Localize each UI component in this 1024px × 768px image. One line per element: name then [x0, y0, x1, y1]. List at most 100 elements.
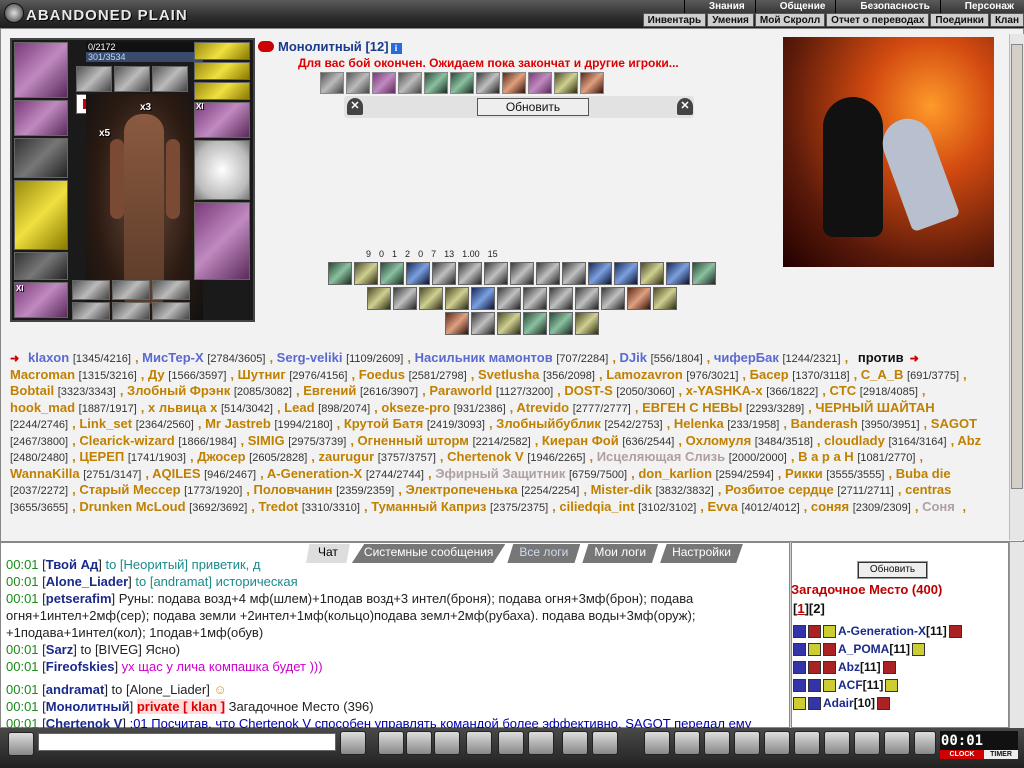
chat-input[interactable]: [38, 733, 336, 751]
skill-icon[interactable]: [380, 262, 404, 285]
chat-time[interactable]: 00:01: [6, 659, 42, 674]
skill-icon[interactable]: [575, 287, 599, 310]
skill-icon[interactable]: [497, 287, 521, 310]
earring-slot[interactable]: [194, 42, 250, 60]
smiley-panel-icon[interactable]: [8, 732, 34, 756]
participant[interactable]: Злобный Фрэнк [2085/3082]: [127, 383, 292, 398]
skill-icon[interactable]: [640, 262, 664, 285]
participant[interactable]: Atrevido [2777/2777]: [516, 400, 630, 415]
participant[interactable]: Clearick-wizard [1866/1984]: [79, 433, 236, 448]
participant[interactable]: Шутниг [2976/4156]: [238, 367, 348, 382]
main-scrollbar[interactable]: [1009, 34, 1024, 540]
tab-settings[interactable]: Настройки: [660, 544, 743, 563]
participant[interactable]: ЕВГЕН С НЕВЫ [2293/3289]: [642, 400, 804, 415]
participant[interactable]: Розбитое сердце [2711/2711]: [725, 482, 894, 497]
skill-icon[interactable]: [393, 287, 417, 310]
skill-icon[interactable]: [601, 287, 625, 310]
chat-nick[interactable]: Sarz: [46, 642, 73, 657]
participant[interactable]: SIMIG [2975/3739]: [248, 433, 347, 448]
skill-icon[interactable]: [653, 287, 677, 310]
skill-icon[interactable]: [627, 287, 651, 310]
empty-slot-6[interactable]: [152, 302, 190, 320]
skill-icon[interactable]: [484, 262, 508, 285]
person-info-icon[interactable]: [912, 642, 926, 656]
participant[interactable]: ЦЕРЕП [1741/1903]: [79, 449, 186, 464]
action-1-icon[interactable]: [644, 731, 670, 755]
fighter-name[interactable]: Монолитный: [278, 39, 362, 54]
rune-slot-2[interactable]: [114, 66, 150, 92]
person-info-icon[interactable]: [948, 624, 962, 638]
participant[interactable]: Mr Jastreb [1994/2180]: [205, 416, 333, 431]
skill-icon[interactable]: [562, 262, 586, 285]
location-person[interactable]: ACF [11]: [793, 676, 964, 694]
participant[interactable]: CTC [2918/4085]: [829, 383, 917, 398]
submenu-skills[interactable]: Умения: [707, 13, 754, 27]
location-person[interactable]: Adair [10]: [793, 694, 964, 712]
participant[interactable]: Helenka [233/1958]: [674, 416, 780, 431]
submenu-my-scroll[interactable]: Мой Скролл: [754, 13, 826, 27]
participant[interactable]: Огненный шторм [2214/2582]: [358, 433, 531, 448]
participant[interactable]: Drunken McLoud [3692/3692]: [79, 499, 247, 514]
skill-icon[interactable]: [510, 262, 534, 285]
participant[interactable]: ciliedqia_int [3102/3102]: [559, 499, 696, 514]
clear-icon[interactable]: [378, 731, 404, 755]
armor-slot[interactable]: [14, 252, 68, 280]
participant[interactable]: zaurugur [3757/3757]: [319, 449, 436, 464]
action-9-icon[interactable]: [884, 731, 910, 755]
chat-time[interactable]: 00:01: [6, 716, 42, 728]
participant[interactable]: Охломуля [3484/3518]: [686, 433, 813, 448]
save-icon[interactable]: [434, 731, 460, 755]
walk-icon[interactable]: [466, 731, 492, 755]
participant[interactable]: Крутой Батя [2419/3093]: [344, 416, 485, 431]
chat-time[interactable]: 00:01: [6, 682, 42, 697]
tab-system-messages[interactable]: Системные сообщения: [351, 544, 506, 563]
info-icon[interactable]: i: [390, 43, 402, 54]
empty-slot-1[interactable]: [72, 280, 110, 300]
action-6-icon[interactable]: [794, 731, 820, 755]
participant[interactable]: Соня: [922, 499, 958, 514]
skill-icon[interactable]: [445, 312, 469, 335]
rune-slot-1[interactable]: [76, 66, 112, 92]
effect-blood-icon[interactable]: [580, 72, 604, 94]
close-left-icon[interactable]: ✕: [347, 98, 363, 115]
chat-time[interactable]: 00:01: [6, 557, 42, 572]
chat-time[interactable]: 00:01: [6, 591, 42, 606]
skill-icon[interactable]: [458, 262, 482, 285]
translit-icon[interactable]: [498, 731, 524, 755]
submenu-fights[interactable]: Поединки: [930, 13, 989, 27]
smile-icon[interactable]: [562, 731, 588, 755]
tab-my-logs[interactable]: Мои логи: [582, 544, 659, 563]
tab-all-logs[interactable]: Все логи: [507, 544, 581, 563]
participant[interactable]: Foedus [2581/2798]: [359, 367, 467, 382]
weapon-slot[interactable]: [14, 180, 68, 250]
effect-fire-icon[interactable]: [502, 72, 526, 94]
participant[interactable]: Macroman [1315/3216]: [10, 367, 137, 382]
effect-shield-icon[interactable]: [450, 72, 474, 94]
person-info-icon[interactable]: [877, 696, 891, 710]
effect-potion-icon[interactable]: [372, 72, 396, 94]
helmet-icon[interactable]: [592, 731, 618, 755]
skill-icon[interactable]: [588, 262, 612, 285]
submenu-clan[interactable]: Клан: [989, 13, 1024, 27]
participant[interactable]: чиферБак [1244/2321]: [714, 350, 841, 365]
empty-slot-5[interactable]: [112, 302, 150, 320]
menu-knowledge[interactable]: Знания: [683, 0, 755, 13]
participant[interactable]: okseze-pro [931/2386]: [381, 400, 505, 415]
participant[interactable]: A-Generation-X [2744/2744]: [267, 466, 424, 481]
participant[interactable]: Lamozavron [976/3021]: [606, 367, 738, 382]
menu-communication[interactable]: Общение: [754, 0, 836, 13]
participant[interactable]: Tredot [3310/3310]: [259, 499, 360, 514]
close-right-icon[interactable]: ✕: [677, 98, 693, 115]
skill-icon[interactable]: [692, 262, 716, 285]
chat-nick[interactable]: Alone_Liader: [46, 574, 128, 589]
action-4-icon[interactable]: [734, 731, 760, 755]
chat-nick[interactable]: Fireofskies: [46, 659, 115, 674]
participant[interactable]: Banderash [3950/3951]: [791, 416, 920, 431]
participant[interactable]: DOST-S [2050/3060]: [564, 383, 674, 398]
chat-time[interactable]: 00:01: [6, 699, 42, 714]
game-timer[interactable]: TIMER: [984, 731, 1018, 759]
participant[interactable]: Басер [1370/3118]: [750, 367, 850, 382]
rune-slot-3[interactable]: [152, 66, 188, 92]
shield-slot[interactable]: [194, 140, 250, 200]
page-2-link[interactable]: 2: [813, 601, 820, 616]
